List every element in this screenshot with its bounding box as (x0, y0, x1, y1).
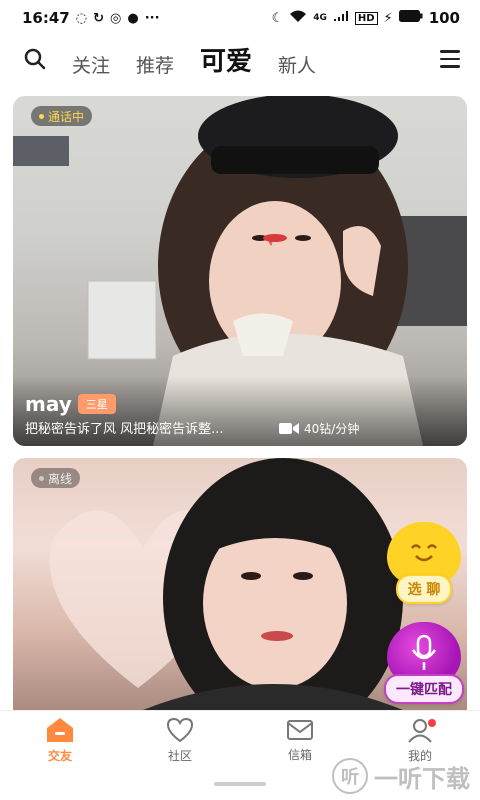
level-badge: 三星 (77, 394, 116, 414)
price-text: 40钻/分钟 (304, 422, 360, 436)
tab-recommend[interactable]: 推荐 (136, 51, 174, 78)
mail-icon (287, 720, 313, 740)
notification-icon: ◌ (75, 10, 88, 26)
battery-icon (398, 10, 423, 26)
menu-button[interactable] (430, 44, 460, 74)
nav-label: 信箱 (287, 748, 312, 762)
status-right: ☾ 4G HD ⚡ 100 (272, 9, 460, 27)
quick-match-label: 一键匹配 (384, 674, 464, 704)
nav-label: 交友 (47, 749, 72, 763)
nav-item-community[interactable]: 社区 (120, 711, 240, 770)
status-badge: 离线 (31, 468, 81, 488)
tab-cute[interactable]: 可爱 (200, 41, 252, 78)
select-chat-button[interactable]: 选 聊 (382, 522, 466, 604)
user-card[interactable]: 通话中 may 三星 把秘密告诉了风 风把秘密告诉整... 40钻/分钟 (13, 96, 467, 446)
search-button[interactable] (20, 44, 50, 74)
network-type: 4G (313, 13, 327, 23)
status-dot (39, 113, 44, 119)
user-signature: 把秘密告诉了风 风把秘密告诉整... (25, 422, 224, 437)
home-indicator[interactable] (214, 782, 266, 786)
user-name: may (25, 392, 72, 416)
watermark-text: 一听下载 (374, 764, 470, 793)
status-badge: 通话中 (31, 106, 93, 126)
nav-item-friends[interactable]: 交友 (0, 711, 120, 770)
category-tabs: 关注 推荐 可爱 新人 (72, 41, 430, 78)
tab-newcomer[interactable]: 新人 (278, 51, 316, 78)
status-time: 16:47 (22, 9, 70, 27)
status-left: 16:47 ◌ ↻ ◎ ● ··· (22, 9, 160, 27)
nav-label: 社区 (167, 749, 192, 763)
menu-line (440, 65, 460, 68)
name-row: may 三星 (25, 392, 116, 416)
battery-level: 100 (428, 9, 460, 27)
select-chat-label: 选 聊 (395, 574, 453, 604)
search-icon (24, 48, 46, 70)
weibo-icon: ◎ (110, 10, 122, 26)
chat-bubble-icon: ● (127, 10, 139, 26)
status-text: 通话中 (48, 109, 85, 124)
card-info-overlay: may 三星 把秘密告诉了风 风把秘密告诉整... 40钻/分钟 (13, 376, 467, 446)
wifi-icon (289, 9, 307, 27)
heart-icon (166, 717, 194, 743)
top-nav: 关注 推荐 可爱 新人 (0, 38, 480, 80)
more-dots-icon: ··· (144, 10, 160, 26)
tab-follow[interactable]: 关注 (72, 51, 110, 78)
watermark: 听 一听下载 (332, 758, 470, 794)
status-dot (39, 475, 44, 481)
quick-match-button[interactable]: 一键匹配 (382, 622, 466, 704)
charging-icon: ⚡ (383, 10, 393, 26)
menu-line (440, 57, 460, 61)
watermark-logo: 听 (332, 758, 368, 794)
video-camera-icon (279, 423, 299, 434)
home-icon (47, 718, 73, 742)
menu-line (440, 50, 460, 53)
sync-icon: ↻ (93, 10, 104, 26)
unread-badge (428, 719, 436, 727)
signal-icon (333, 10, 349, 26)
call-price: 40钻/分钟 (279, 420, 359, 437)
status-text: 离线 (48, 471, 73, 486)
status-bar: 16:47 ◌ ↻ ◎ ● ··· ☾ 4G HD ⚡ 100 (0, 0, 480, 36)
dnd-moon-icon: ☾ (271, 10, 284, 26)
hd-badge: HD (354, 11, 378, 25)
